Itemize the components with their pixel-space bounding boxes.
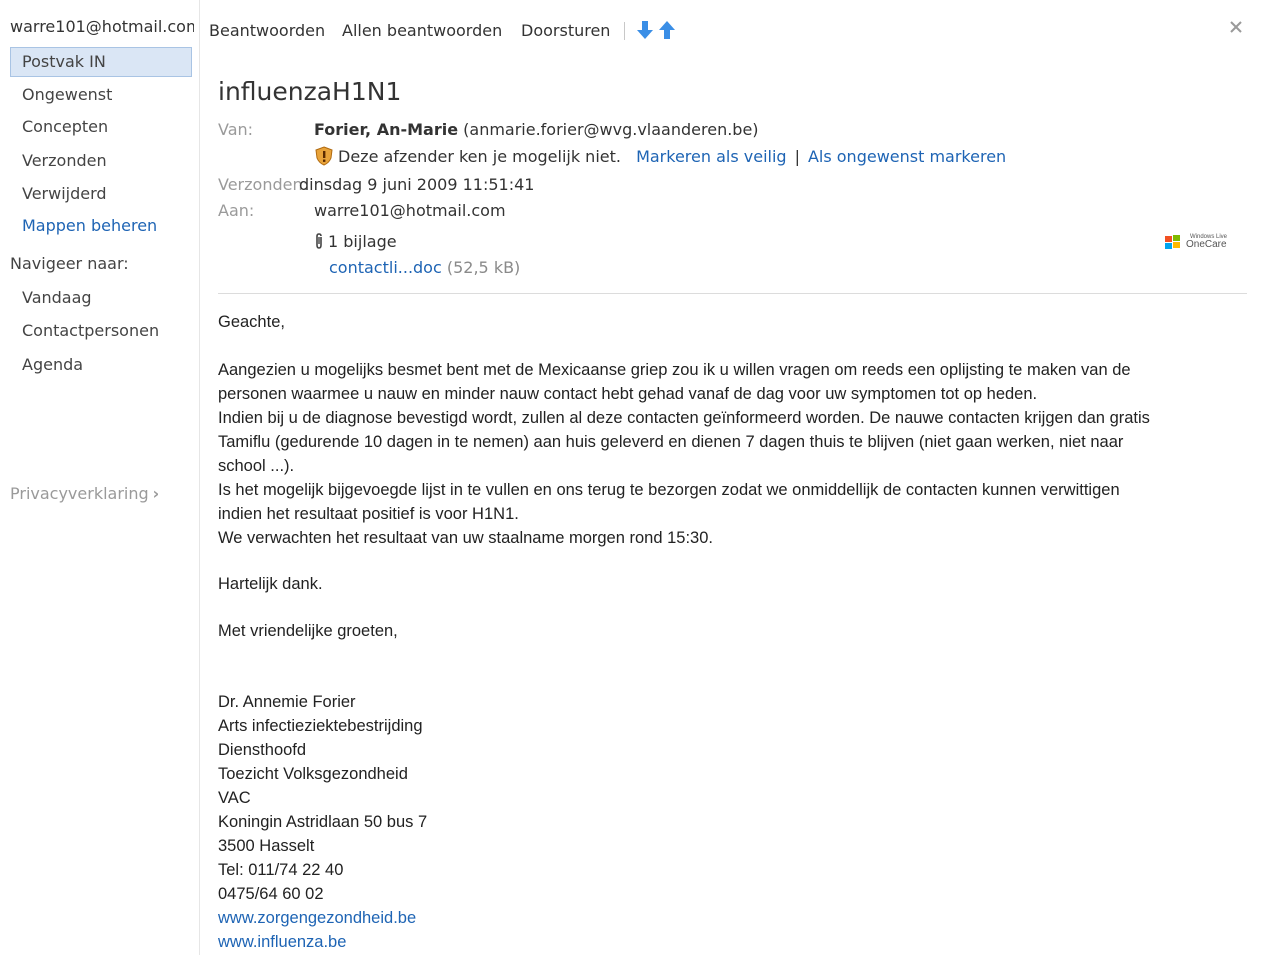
onecare-logo: Windows Live OneCare: [1165, 234, 1228, 250]
reading-pane: Beantwoorden Allen beantwoorden Doorstur…: [201, 0, 1263, 955]
body-line: Is het mogelijk bijgevoegde lijst in te …: [218, 481, 1120, 499]
attachment-item: contactli...doc (52,5 kB): [329, 256, 520, 280]
body-line: Indien bij u de diagnose bevestigd wordt…: [218, 409, 1150, 427]
folder-inbox[interactable]: Postvak IN: [10, 47, 192, 77]
mark-junk-link[interactable]: Als ongewenst markeren: [808, 147, 1006, 166]
manage-folders-link[interactable]: Mappen beheren: [10, 211, 192, 241]
forward-button[interactable]: Doorsturen: [521, 18, 610, 44]
thanks-text: Hartelijk dank.: [218, 575, 323, 593]
body-line: Aangezien u mogelijks besmet bent met de…: [218, 361, 1131, 379]
attachment-link[interactable]: contactli...doc: [329, 258, 442, 277]
message-body: Geachte,: [218, 310, 1250, 334]
body-paragraph: Aangezien u mogelijks besmet bent met de…: [218, 358, 1250, 550]
from-label: Van:: [218, 120, 254, 139]
greeting: Geachte,: [218, 313, 285, 331]
reply-all-button[interactable]: Allen beantwoorden: [342, 18, 502, 44]
folder-drafts[interactable]: Concepten: [10, 112, 192, 142]
mark-safe-link[interactable]: Markeren als veilig: [636, 147, 787, 166]
attachment-summary: 1 bijlage: [314, 230, 397, 254]
attachment-count: 1 bijlage: [328, 232, 397, 251]
to-label: Aan:: [218, 201, 255, 220]
sender-warning: Deze afzender ken je mogelijk niet. Mark…: [314, 145, 1006, 169]
body-line: personen waarmee u nauw en minder nauw c…: [218, 385, 1038, 403]
privacy-link[interactable]: Privacyverklaring ›: [10, 483, 159, 505]
signature-line: Arts infectieziektebestrijding: [218, 717, 423, 735]
closing-text: Met vriendelijke groeten,: [218, 622, 398, 640]
navigate-heading: Navigeer naar:: [10, 254, 129, 273]
message-toolbar: Beantwoorden Allen beantwoorden Doorstur…: [201, 18, 1263, 44]
signature-line: 3500 Hasselt: [218, 837, 315, 855]
body-line: We verwachten het resultaat van uw staal…: [218, 529, 713, 547]
header-divider: [218, 293, 1247, 294]
close-icon[interactable]: [1229, 20, 1243, 34]
nav-calendar[interactable]: Agenda: [10, 350, 192, 380]
privacy-label: Privacyverklaring: [10, 484, 149, 503]
nav-contacts[interactable]: Contactpersonen: [10, 316, 192, 346]
onecare-badge-bottom: OneCare: [1186, 239, 1227, 250]
folder-deleted[interactable]: Verwijderd: [10, 179, 192, 209]
closing-line: Met vriendelijke groeten,: [218, 619, 1250, 643]
sender-name: Forier, An-Marie: [314, 120, 459, 139]
signature-line: Diensthoofd: [218, 741, 307, 759]
paperclip-icon: [316, 233, 322, 249]
message-subject: influenzaH1N1: [218, 77, 402, 106]
body-line: school ...).: [218, 457, 295, 475]
sent-value: dinsdag 9 juni 2009 11:51:41: [299, 175, 535, 194]
warning-text: Deze afzender ken je mogelijk niet.: [338, 147, 621, 166]
signature: Dr. Annemie Forier Arts infectieziektebe…: [218, 690, 1250, 954]
link-separator: |: [794, 147, 800, 166]
folder-sent[interactable]: Verzonden: [10, 146, 192, 176]
account-email[interactable]: warre101@hotmail.com: [10, 17, 194, 39]
sent-label: Verzonden:: [218, 175, 308, 194]
chevron-right-icon: ›: [152, 484, 160, 503]
body-line: Tamiflu (gedurende 10 dagen in te nemen)…: [218, 433, 1124, 451]
signature-line: 0475/64 60 02: [218, 885, 324, 903]
from-value[interactable]: Forier, An-Marie (anmarie.forier@wvg.vla…: [314, 119, 759, 141]
folder-junk[interactable]: Ongewenst: [10, 80, 192, 110]
signature-line: Tel: 011/74 22 40: [218, 861, 344, 879]
website-link[interactable]: www.zorgengezondheid.be: [218, 906, 1250, 930]
signature-line: Koningin Astridlaan 50 bus 7: [218, 813, 428, 831]
attachment-size: (52,5 kB): [446, 258, 521, 277]
arrow-down-icon[interactable]: [637, 20, 653, 40]
arrow-up-icon[interactable]: [659, 20, 675, 40]
sidebar: warre101@hotmail.com Postvak IN Ongewens…: [0, 0, 200, 955]
body-line: indien het resultaat positief is voor H1…: [218, 505, 519, 523]
signature-line: VAC: [218, 789, 251, 807]
nav-today[interactable]: Vandaag: [10, 283, 192, 313]
to-value[interactable]: warre101@hotmail.com: [314, 200, 506, 222]
signature-line: Toezicht Volksgezondheid: [218, 765, 408, 783]
signature-line: Dr. Annemie Forier: [218, 693, 356, 711]
reply-button[interactable]: Beantwoorden: [209, 18, 325, 44]
sender-email: (anmarie.forier@wvg.vlaanderen.be): [463, 120, 759, 139]
thanks-line: Hartelijk dank.: [218, 572, 1250, 596]
website-link[interactable]: www.influenza.be: [218, 930, 1250, 954]
toolbar-divider: [624, 22, 625, 40]
shield-warning-icon: [315, 146, 333, 166]
